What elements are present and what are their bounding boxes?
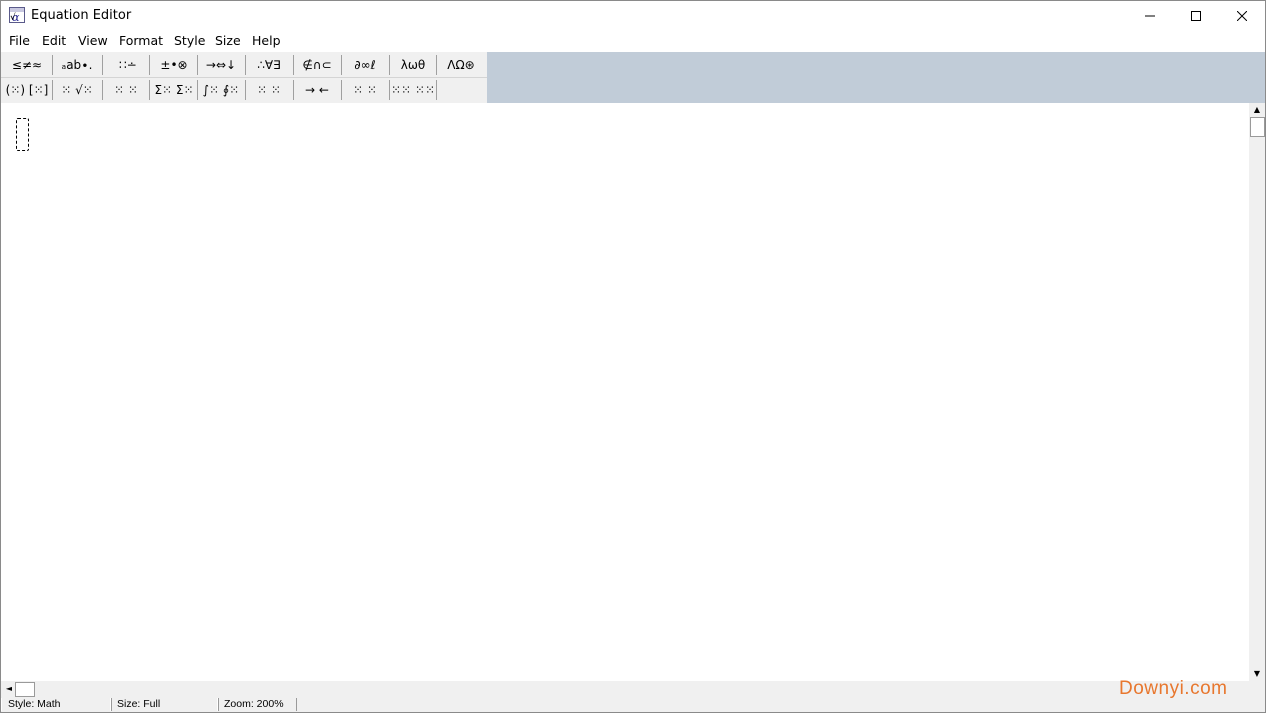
menu-edit[interactable]: Edit: [42, 33, 66, 48]
menu-style[interactable]: Style: [174, 33, 205, 48]
vertical-scroll-thumb[interactable]: [1250, 117, 1265, 137]
relational-symbols-button[interactable]: ≤≠≈: [5, 54, 49, 76]
subscript-superscript-button[interactable]: ⁙ ⁙: [105, 79, 147, 101]
horizontal-scrollbar[interactable]: ◄: [1, 681, 1249, 697]
status-bar: Style: Math Size: Full Zoom: 200%: [1, 697, 1265, 712]
status-zoom: Zoom: 200%: [217, 698, 297, 711]
menu-view[interactable]: View: [78, 33, 108, 48]
window-title: Equation Editor: [31, 8, 132, 23]
embellishments-button[interactable]: ∷∸: [105, 54, 147, 76]
palette-divider: [436, 55, 437, 75]
symbol-palette: ≤≠≈ ₐab∙. ∷∸ ±•⊗ →⇔↓ ∴∀∃ ∉∩⊂ ∂∞ℓ λωθ ΛΩ⊛: [1, 52, 487, 103]
menu-format[interactable]: Format: [119, 33, 163, 48]
labeled-arrow-button[interactable]: → ←: [295, 79, 339, 101]
watermark-logo: Downyi.com: [1119, 678, 1228, 699]
fraction-radical-button[interactable]: ⁙ √⁙: [55, 79, 99, 101]
palette-divider: [389, 80, 390, 100]
palette-divider: [149, 55, 150, 75]
menu-size[interactable]: Size: [215, 33, 241, 48]
scroll-up-arrow-icon[interactable]: ▲: [1249, 105, 1265, 115]
palette-divider: [245, 55, 246, 75]
maximize-button[interactable]: [1173, 1, 1219, 31]
svg-text:√: √: [10, 12, 16, 23]
palette-divider: [52, 55, 53, 75]
palette-divider: [245, 80, 246, 100]
palette-divider: [436, 80, 437, 100]
minimize-button[interactable]: [1127, 1, 1173, 31]
summation-templates-button[interactable]: Σ⁙ Σ⁙: [152, 79, 196, 101]
menu-file[interactable]: File: [9, 33, 30, 48]
close-icon: [1237, 11, 1247, 21]
palette-divider: [102, 80, 103, 100]
scrollbar-corner: [1249, 681, 1265, 697]
status-style: Style: Math: [1, 698, 112, 711]
spaces-ellipses-button[interactable]: ₐab∙.: [55, 54, 99, 76]
vertical-scrollbar[interactable]: ▲ ▼: [1249, 103, 1265, 681]
palette-divider: [197, 55, 198, 75]
set-theory-symbols-button[interactable]: ∉∩⊂: [295, 54, 339, 76]
palette-divider: [52, 80, 53, 100]
integral-templates-button[interactable]: ∫⁙ ∮⁙: [199, 79, 243, 101]
operator-symbols-button[interactable]: ±•⊗: [152, 54, 196, 76]
empty-equation-slot[interactable]: [16, 118, 29, 151]
arrow-symbols-button[interactable]: →⇔↓: [199, 54, 243, 76]
fence-templates-button[interactable]: (⁙) [⁙]: [5, 79, 49, 101]
greek-lowercase-button[interactable]: λωθ: [391, 54, 435, 76]
minimize-icon: [1145, 15, 1155, 17]
title-bar[interactable]: α √ Equation Editor: [1, 1, 1265, 31]
equation-edit-area[interactable]: [1, 103, 1249, 681]
menu-help[interactable]: Help: [252, 33, 281, 48]
palette-divider: [102, 55, 103, 75]
palette-divider: [197, 80, 198, 100]
palette-divider: [293, 55, 294, 75]
horizontal-scroll-thumb[interactable]: [15, 682, 35, 697]
scroll-down-arrow-icon[interactable]: ▼: [1249, 669, 1265, 679]
underbar-overbar-button[interactable]: ⁙ ⁙: [247, 79, 291, 101]
matrix-templates-button[interactable]: ⁙⁙ ⁙⁙: [391, 79, 435, 101]
products-set-theory-button[interactable]: ⁙ ⁙: [343, 79, 387, 101]
palette-divider: [389, 55, 390, 75]
status-size: Size: Full: [110, 698, 219, 711]
palette-divider: [293, 80, 294, 100]
misc-symbols-button[interactable]: ∂∞ℓ: [343, 54, 387, 76]
equation-editor-window: α √ Equation Editor File Edit View Forma…: [0, 0, 1266, 713]
palette-divider: [341, 80, 342, 100]
menu-bar: File Edit View Format Style Size Help: [1, 31, 1265, 52]
toolbar-area: ≤≠≈ ₐab∙. ∷∸ ±•⊗ →⇔↓ ∴∀∃ ∉∩⊂ ∂∞ℓ λωθ ΛΩ⊛: [1, 52, 1265, 103]
logical-symbols-button[interactable]: ∴∀∃: [247, 54, 291, 76]
palette-divider: [341, 55, 342, 75]
close-button[interactable]: [1219, 1, 1265, 31]
maximize-icon: [1191, 11, 1201, 21]
template-palette-row: (⁙) [⁙] ⁙ √⁙ ⁙ ⁙ Σ⁙ Σ⁙ ∫⁙ ∮⁙ ⁙ ⁙ → ← ⁙ ⁙…: [1, 77, 487, 102]
greek-uppercase-button[interactable]: ΛΩ⊛: [438, 54, 484, 76]
palette-divider: [149, 80, 150, 100]
symbol-palette-row: ≤≠≈ ₐab∙. ∷∸ ±•⊗ →⇔↓ ∴∀∃ ∉∩⊂ ∂∞ℓ λωθ ΛΩ⊛: [1, 53, 487, 77]
equation-editor-app-icon: α √: [9, 7, 25, 23]
